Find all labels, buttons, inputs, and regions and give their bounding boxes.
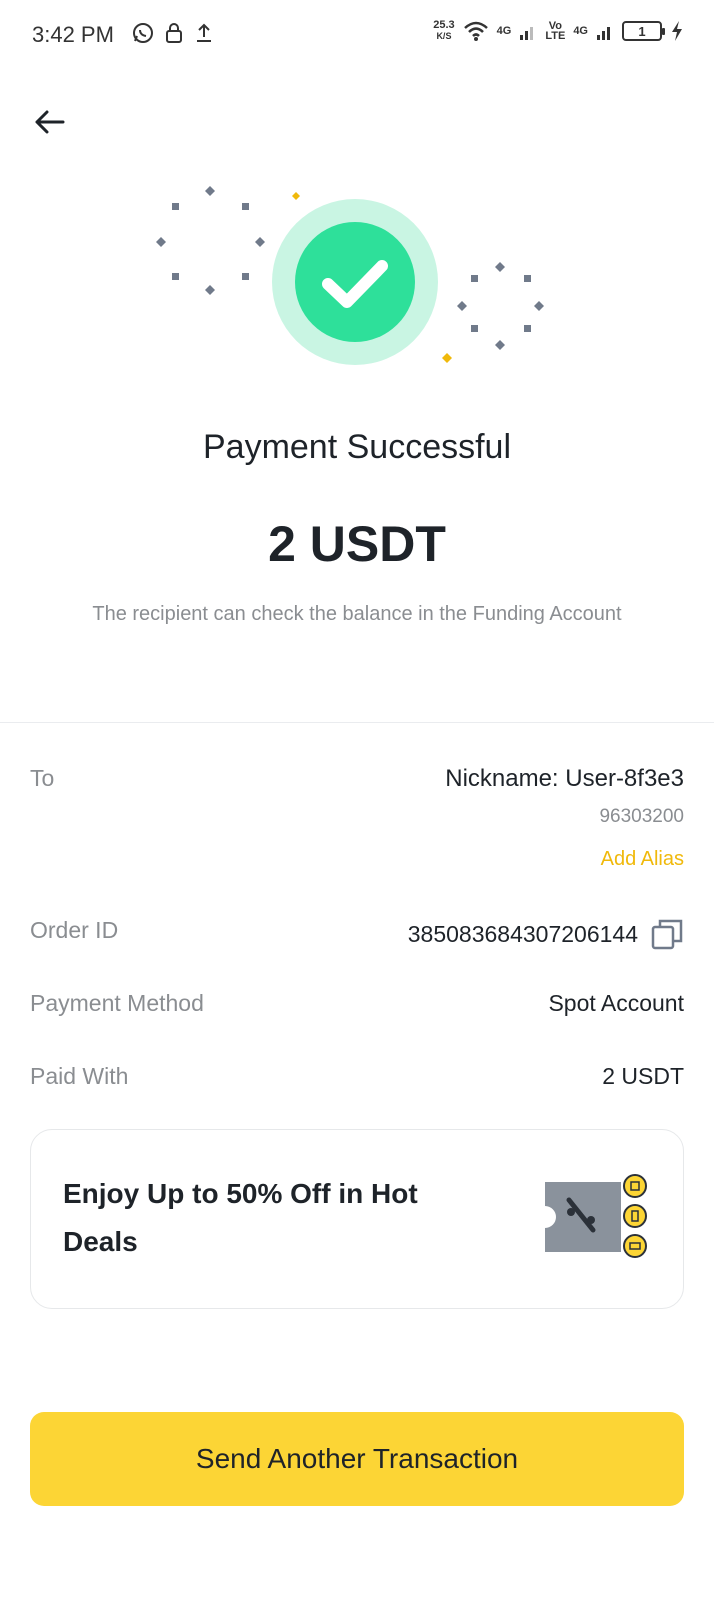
payment-amount: 2 USDT bbox=[268, 516, 446, 572]
order-id-value: 385083684307206144 bbox=[408, 917, 684, 951]
signal-icon bbox=[520, 27, 534, 40]
to-label: To bbox=[30, 765, 55, 791]
payment-note: The recipient can check the balance in t… bbox=[92, 603, 622, 625]
network-type-1: 4G bbox=[496, 25, 512, 37]
status-right-icons: 25.3 K/S 4G Vo LTE 4G 1 bbox=[433, 20, 684, 42]
network-speed: 25.3 K/S bbox=[433, 20, 454, 42]
order-id-label: Order ID bbox=[30, 917, 119, 943]
payment-method-value: Spot Account bbox=[548, 990, 684, 1016]
divider bbox=[0, 722, 714, 723]
lock-icon bbox=[166, 23, 182, 43]
promo-text: Enjoy Up to 50% Off in Hot Deals bbox=[63, 1178, 418, 1257]
success-circle bbox=[295, 222, 415, 342]
charging-icon bbox=[672, 21, 682, 41]
speed-unit: K/S bbox=[436, 31, 452, 41]
status-bar: 3:42 PM 25.3 K/S 4G Vo LTE 4G 1 bbox=[0, 0, 714, 72]
recipient-id: 96303200 bbox=[599, 806, 684, 827]
recipient-nickname: Nickname: User-8f3e3 bbox=[445, 765, 684, 792]
signal-icon bbox=[597, 27, 610, 40]
add-alias-link[interactable]: Add Alias bbox=[601, 848, 684, 871]
payment-method-label: Payment Method bbox=[30, 990, 204, 1016]
confetti-right bbox=[457, 262, 544, 350]
page-title: Payment Successful bbox=[202, 428, 512, 466]
whatsapp-icon bbox=[133, 23, 153, 43]
arrow-left-icon bbox=[35, 110, 65, 134]
coupon-icon bbox=[545, 1174, 647, 1258]
promo-card[interactable]: Enjoy Up to 50% Off in Hot Deals bbox=[30, 1129, 684, 1309]
confetti-left bbox=[156, 186, 265, 295]
volte-bottom: LTE bbox=[545, 30, 566, 42]
send-another-transaction-button[interactable]: Send Another Transaction bbox=[30, 1412, 684, 1506]
status-left-icons bbox=[132, 22, 214, 44]
network-type-2: 4G bbox=[573, 25, 588, 37]
status-time: 3:42 PM bbox=[32, 22, 114, 47]
speed-value: 25.3 bbox=[433, 19, 455, 31]
battery-icon: 1 bbox=[622, 21, 665, 41]
paid-with-value: 2 USDT bbox=[602, 1063, 684, 1089]
success-illustration bbox=[156, 186, 544, 365]
volte-label: Vo LTE bbox=[545, 21, 566, 42]
upload-icon bbox=[197, 23, 211, 42]
back-button[interactable] bbox=[30, 102, 70, 142]
copy-icon[interactable] bbox=[650, 917, 684, 951]
paid-with-label: Paid With bbox=[30, 1063, 129, 1089]
wifi-icon bbox=[463, 21, 488, 41]
order-id-text: 385083684307206144 bbox=[407, 920, 638, 947]
